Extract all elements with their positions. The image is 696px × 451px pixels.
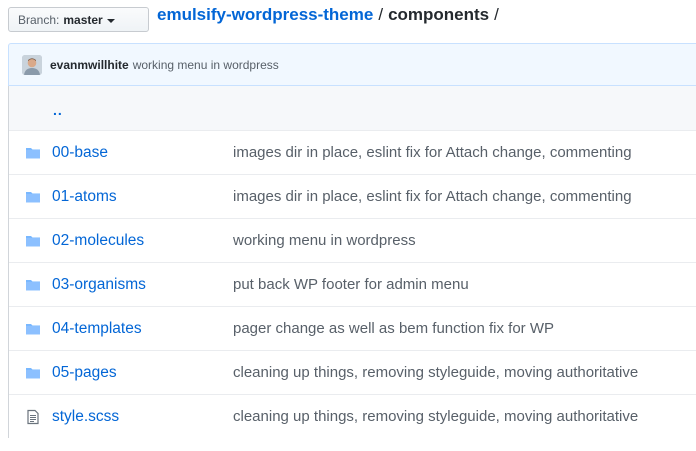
- commit-message-link[interactable]: pager change as well as bem function fix…: [233, 320, 554, 337]
- repo-header: Branch: master emulsify-wordpress-theme /…: [0, 0, 696, 38]
- parent-directory-row[interactable]: ..: [9, 86, 696, 130]
- folder-icon: [25, 321, 41, 337]
- folder-icon: [25, 145, 41, 161]
- avatar[interactable]: [22, 54, 42, 75]
- file-name-link[interactable]: 03-organisms: [52, 276, 146, 294]
- file-name-link[interactable]: 05-pages: [52, 364, 117, 382]
- breadcrumb-repo-link[interactable]: emulsify-wordpress-theme: [157, 5, 373, 24]
- breadcrumb-trailing-separator: /: [494, 5, 499, 24]
- file-row[interactable]: style.scss cleaning up things, removing s…: [9, 394, 696, 438]
- branch-name: master: [63, 12, 103, 27]
- breadcrumb-separator: /: [378, 5, 384, 24]
- file-name-link[interactable]: 01-atoms: [52, 188, 117, 206]
- file-row[interactable]: 05-pages cleaning up things, removing sty…: [9, 350, 696, 394]
- folder-icon: [25, 189, 41, 205]
- file-list: .. 00-base images dir in place, eslint fi…: [8, 86, 696, 438]
- folder-icon: [25, 277, 41, 293]
- commit-message-link[interactable]: cleaning up things, removing styleguide,…: [233, 408, 638, 425]
- breadcrumb: emulsify-wordpress-theme / components /: [157, 4, 504, 26]
- breadcrumb-current-folder: components: [388, 5, 490, 24]
- file-row[interactable]: 00-base images dir in place, eslint fix f…: [9, 130, 696, 174]
- file-name-link[interactable]: 02-molecules: [52, 232, 144, 250]
- branch-prefix: Branch:: [18, 12, 60, 27]
- commit-message-link[interactable]: images dir in place, eslint fix for Atta…: [233, 188, 632, 205]
- commit-message-link[interactable]: images dir in place, eslint fix for Atta…: [233, 144, 632, 161]
- commit-message-link[interactable]: put back WP footer for admin menu: [233, 276, 469, 293]
- commit-message-link[interactable]: working menu in wordpress: [133, 58, 279, 72]
- file-name-link[interactable]: 00-base: [52, 144, 108, 162]
- folder-icon: [25, 365, 41, 381]
- commit-author-link[interactable]: evanmwillhite: [50, 58, 129, 72]
- branch-select-button[interactable]: Branch: master: [8, 7, 149, 32]
- commit-message-link[interactable]: working menu in wordpress: [233, 232, 416, 249]
- file-name-link[interactable]: 04-templates: [52, 320, 142, 338]
- file-row[interactable]: 03-organisms put back WP footer for admin…: [9, 262, 696, 306]
- parent-directory-link[interactable]: ..: [53, 102, 63, 118]
- file-icon: [25, 409, 41, 425]
- folder-icon: [25, 233, 41, 249]
- commit-message-link[interactable]: cleaning up things, removing styleguide,…: [233, 364, 638, 381]
- file-row[interactable]: 01-atoms images dir in place, eslint fix …: [9, 174, 696, 218]
- file-row[interactable]: 04-templates pager change as well as bem …: [9, 306, 696, 350]
- latest-commit-bar: evanmwillhite working menu in wordpress: [8, 43, 696, 86]
- file-name-link[interactable]: style.scss: [52, 408, 119, 426]
- file-row[interactable]: 02-molecules working menu in wordpress: [9, 218, 696, 262]
- caret-down-icon: [106, 18, 115, 23]
